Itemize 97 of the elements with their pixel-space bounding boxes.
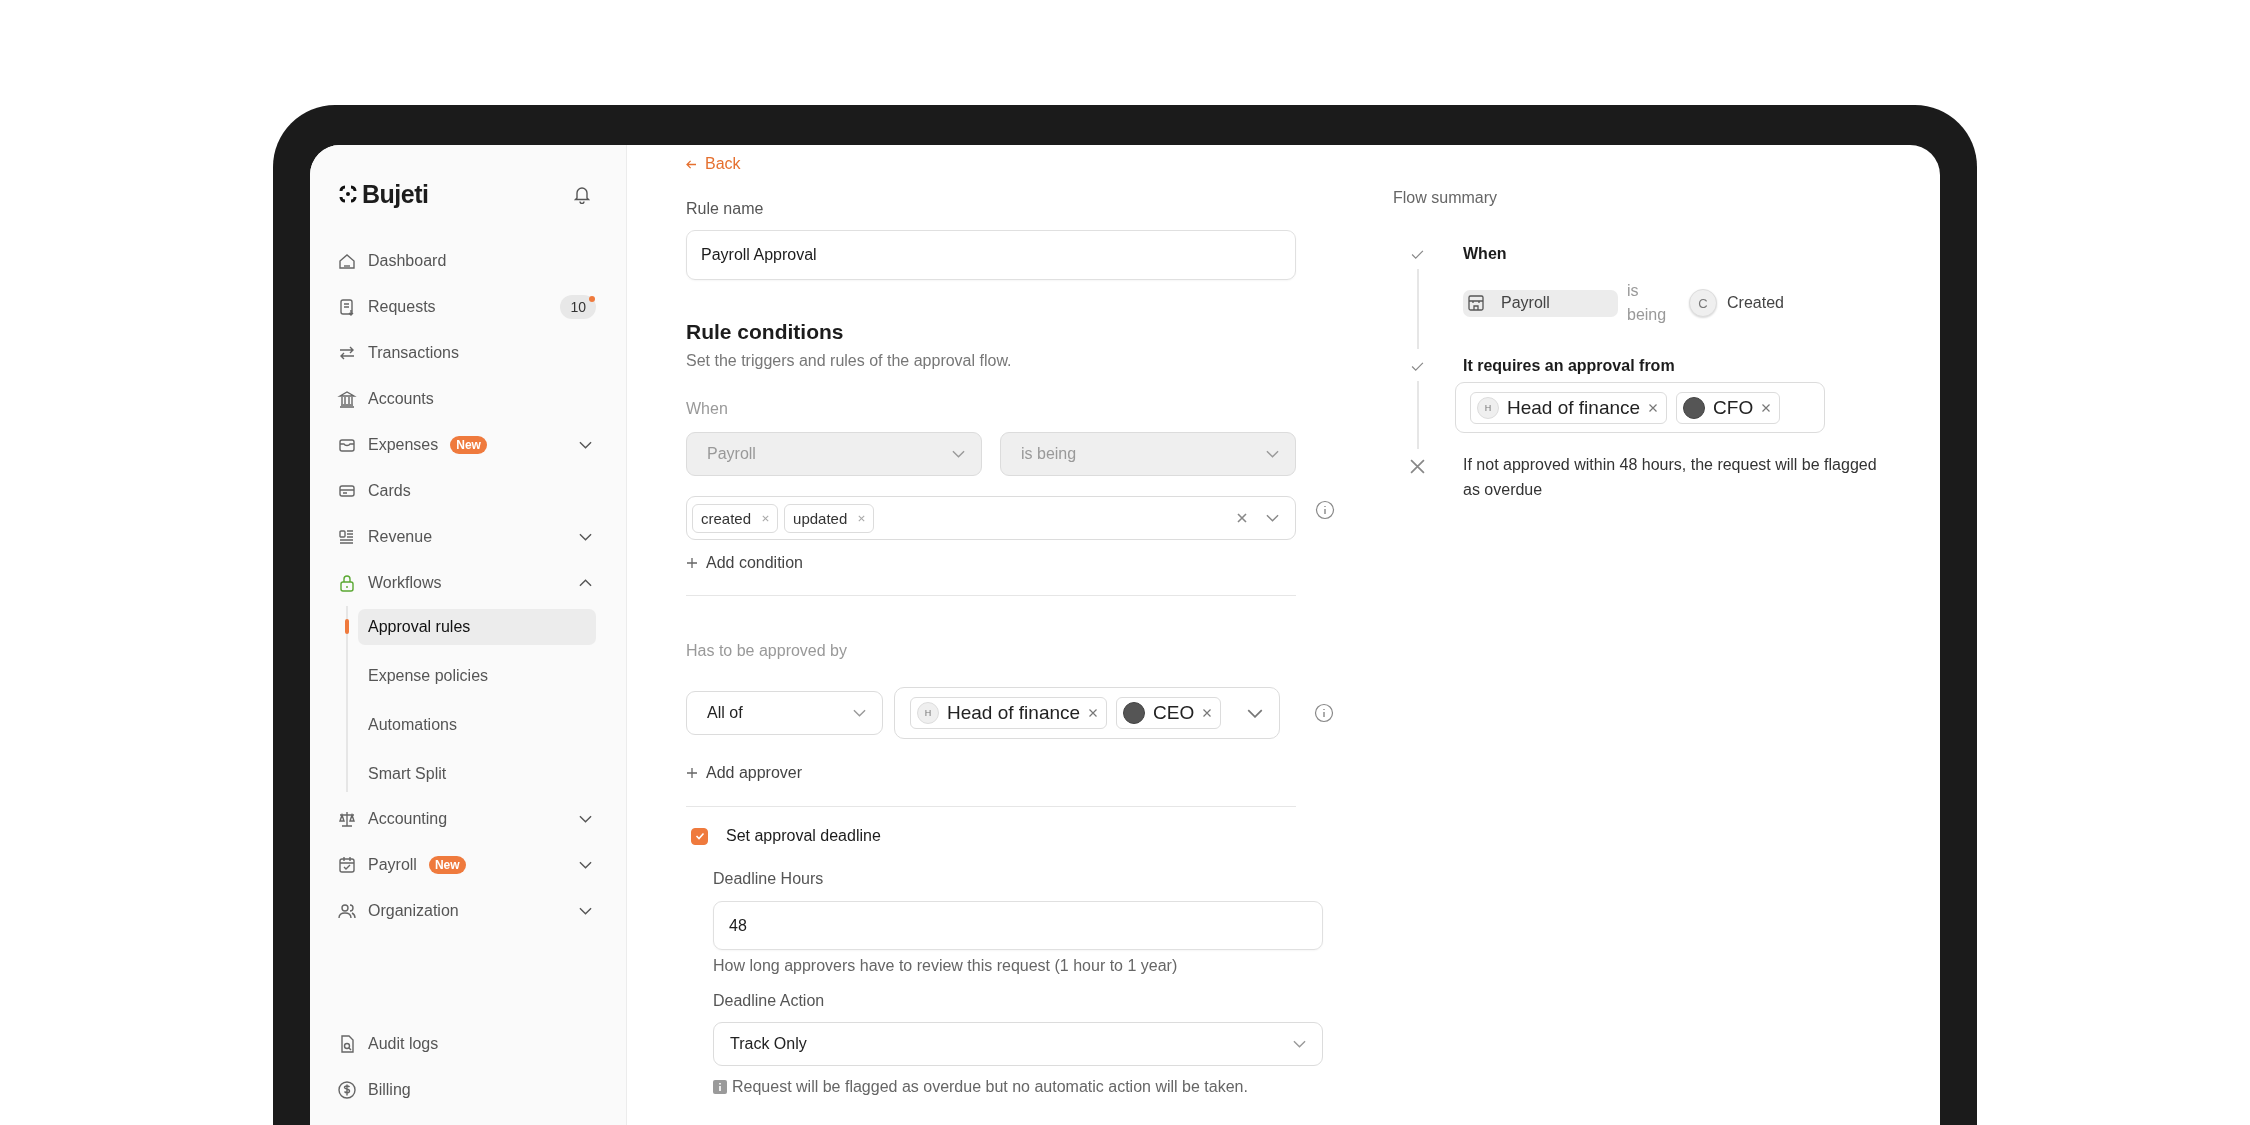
- approver-tag[interactable]: CEO: [1116, 697, 1222, 729]
- chevron-icon: [853, 709, 866, 717]
- close-icon[interactable]: [1761, 402, 1772, 413]
- chevron-icon: [1293, 1040, 1306, 1048]
- add-condition-button[interactable]: Add condition: [686, 553, 803, 573]
- chevron-icon[interactable]: [579, 579, 592, 587]
- input-field[interactable]: 48: [713, 901, 1323, 950]
- field-label: When: [686, 399, 728, 419]
- dollar-icon: [337, 1080, 357, 1100]
- chevron-icon[interactable]: [1266, 514, 1279, 522]
- nav-item[interactable]: Audit logs: [337, 1021, 596, 1067]
- bell-icon[interactable]: [572, 184, 592, 204]
- clear-icon[interactable]: [1236, 512, 1248, 524]
- checkbox[interactable]: [691, 827, 708, 845]
- field-label: Rule name: [686, 199, 764, 219]
- chevron-icon[interactable]: [579, 533, 592, 541]
- avatar: H: [1477, 396, 1499, 419]
- approver-name: Head of finance: [947, 702, 1081, 724]
- info-icon[interactable]: [1314, 703, 1334, 723]
- nav-item[interactable]: Accounting: [337, 796, 596, 842]
- submenu-item[interactable]: Approval rules: [358, 609, 596, 645]
- nav-item[interactable]: Organization: [337, 888, 596, 934]
- nav-item[interactable]: Workflows: [337, 560, 596, 606]
- step-title: It requires an approval from: [1463, 356, 1676, 376]
- calendar-icon: [337, 855, 357, 875]
- field-label: Has to be approved by: [686, 641, 847, 661]
- note-text: Request will be flagged as overdue but no automatic action will be taken.: [732, 1078, 1248, 1096]
- help-text: How long approvers have to review this request (1 hour to 1 year): [713, 956, 1178, 976]
- action-text: Created: [1727, 294, 1784, 312]
- lock-icon: [337, 573, 357, 593]
- close-icon[interactable]: [1088, 708, 1099, 718]
- approver-name: CEO: [1153, 702, 1195, 724]
- operator-text: is being: [1627, 281, 1668, 325]
- select-field[interactable]: Track Only: [713, 1022, 1323, 1066]
- approver-tag[interactable]: CFO: [1676, 391, 1781, 424]
- avatar-placeholder: [1123, 702, 1146, 724]
- logo-text: Bujeti: [362, 179, 429, 209]
- tag-field[interactable]: created updated: [686, 496, 1296, 540]
- avatar-placeholder: [1683, 396, 1706, 419]
- chevron-icon[interactable]: [579, 861, 592, 869]
- new-badge: New: [450, 436, 487, 454]
- avatar: H: [917, 702, 939, 724]
- approver-name: Head of finance: [1507, 396, 1641, 419]
- chevron-icon: [952, 450, 965, 458]
- nav-item[interactable]: Cards: [337, 468, 596, 514]
- scale-icon: [337, 809, 357, 829]
- people-icon: [337, 901, 357, 921]
- approver-name: CFO: [1713, 396, 1754, 419]
- logo-icon: [337, 183, 359, 205]
- tag[interactable]: created: [692, 503, 779, 533]
- input-field[interactable]: Payroll Approval: [686, 230, 1296, 280]
- step-text: If not approved within 48 hours, the request will be flagged as overdue: [1463, 455, 1878, 500]
- count-badge: 10: [560, 295, 596, 319]
- nav-item[interactable]: Accounts: [337, 376, 596, 422]
- add-approver-button[interactable]: Add approver: [686, 763, 803, 783]
- approver-tag[interactable]: H Head of finance: [910, 697, 1108, 729]
- plus-icon: [686, 557, 698, 569]
- plus-icon: [686, 767, 698, 779]
- building-icon: [1467, 294, 1485, 312]
- summary-title: Flow summary: [1393, 188, 1498, 208]
- chevron-icon: [1266, 450, 1279, 458]
- info-icon[interactable]: [1315, 499, 1335, 520]
- submenu-item[interactable]: Smart Split: [358, 756, 596, 792]
- nav-item[interactable]: Requests 10: [337, 284, 596, 330]
- avatar: C: [1689, 289, 1717, 317]
- tag[interactable]: updated: [784, 503, 875, 533]
- checkbox-label: Set approval deadline: [726, 827, 881, 845]
- section-title: Rule conditions: [686, 319, 844, 345]
- nav-item[interactable]: Payroll New: [337, 842, 596, 888]
- chevron-icon[interactable]: [1247, 708, 1263, 718]
- chevron-icon[interactable]: [579, 907, 592, 915]
- nav-item[interactable]: Dashboard: [337, 238, 596, 284]
- approver-field[interactable]: H Head of finance CEO: [894, 687, 1280, 739]
- arrow-left-icon: [686, 159, 697, 169]
- nav-item[interactable]: Expenses New: [337, 422, 596, 468]
- info-icon: [713, 1080, 727, 1094]
- submenu-item[interactable]: Automations: [358, 707, 596, 743]
- bank-icon: [337, 389, 357, 409]
- step-title: When: [1463, 244, 1508, 264]
- active-indicator: [345, 619, 349, 634]
- approver-tag[interactable]: H Head of finance: [1470, 391, 1668, 424]
- check-icon: [693, 830, 706, 842]
- nav-item[interactable]: Revenue: [337, 514, 596, 560]
- submenu-item[interactable]: Expense policies: [358, 658, 596, 694]
- close-icon[interactable]: [1202, 708, 1213, 718]
- select-field[interactable]: All of: [686, 691, 883, 735]
- field-label: Deadline Action: [713, 991, 825, 1011]
- new-badge: New: [428, 856, 466, 874]
- field-label: Deadline Hours: [713, 869, 824, 889]
- house-icon: [337, 251, 357, 271]
- chevron-icon[interactable]: [579, 815, 592, 823]
- subject-name: Payroll: [1501, 294, 1550, 312]
- chevron-icon[interactable]: [579, 441, 592, 449]
- nav-item[interactable]: Transactions: [337, 330, 596, 376]
- close-icon[interactable]: [1648, 402, 1659, 413]
- nav-item[interactable]: Billing: [337, 1067, 596, 1113]
- section-subtitle: Set the triggers and rules of the approval flow.: [686, 351, 1012, 371]
